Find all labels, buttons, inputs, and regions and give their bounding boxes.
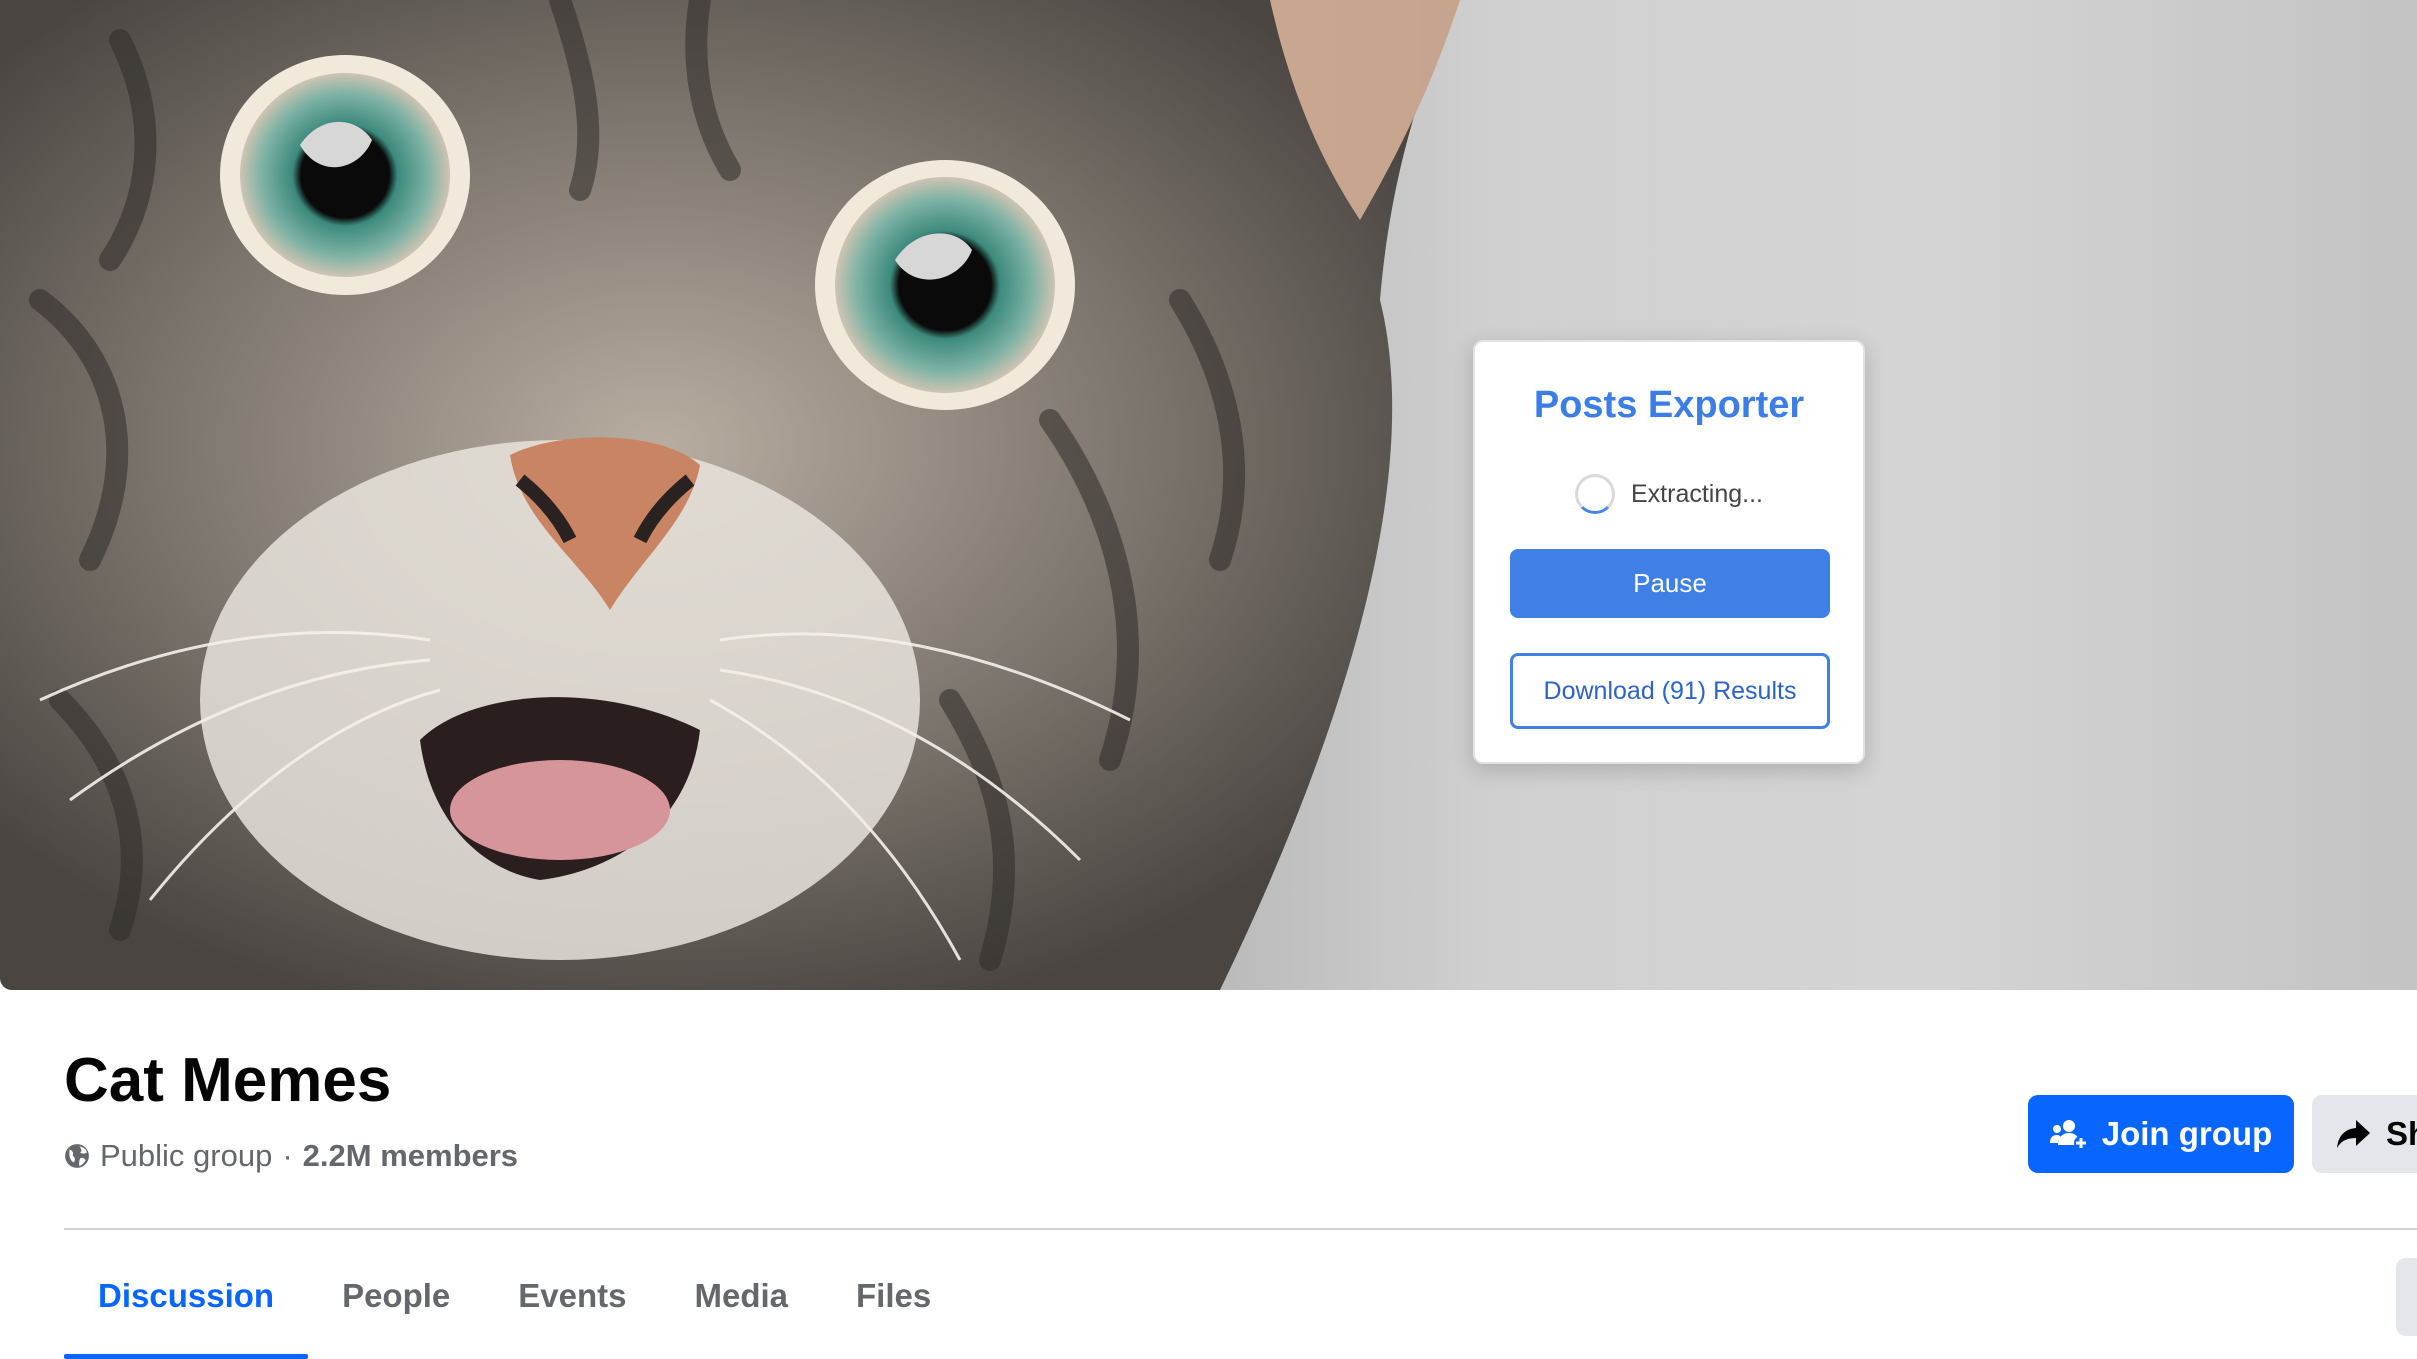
download-results-button[interactable]: Download (91) Results: [1510, 653, 1830, 729]
meta-separator: ·: [282, 1138, 293, 1173]
share-button[interactable]: Sh: [2312, 1095, 2417, 1173]
join-group-label: Join group: [2101, 1115, 2273, 1152]
group-tabs: Discussion People Events Media Files: [64, 1232, 965, 1359]
exporter-status-text: Extracting...: [1631, 479, 1763, 508]
exporter-title: Posts Exporter: [1533, 384, 1805, 426]
share-label: Sh: [2386, 1115, 2417, 1152]
pause-button[interactable]: Pause: [1510, 549, 1830, 618]
cover-photo: [0, 0, 2417, 990]
cat-photo-image: [0, 0, 2417, 990]
group-name: Cat Memes: [64, 1046, 392, 1115]
group-privacy: Public group: [100, 1138, 273, 1173]
tab-events[interactable]: Events: [484, 1232, 660, 1359]
loading-spinner-icon: [1575, 474, 1615, 514]
tab-people[interactable]: People: [308, 1232, 484, 1359]
group-meta: Public group · 2.2M members: [64, 1138, 518, 1174]
header-divider: [64, 1228, 2417, 1230]
join-group-button[interactable]: Join group: [2028, 1095, 2294, 1173]
tab-media[interactable]: Media: [660, 1232, 822, 1359]
tab-files[interactable]: Files: [822, 1232, 965, 1359]
share-arrow-icon: [2337, 1120, 2370, 1148]
tab-discussion[interactable]: Discussion: [64, 1232, 309, 1359]
group-members-count: 2.2M members: [302, 1138, 519, 1173]
exporter-status: Extracting...: [1475, 472, 1863, 516]
more-options-button[interactable]: [2396, 1258, 2417, 1336]
posts-exporter-panel: Posts Exporter Extracting... Pause Downl…: [1473, 340, 1865, 764]
group-add-icon: [2049, 1120, 2088, 1150]
globe-icon: [65, 1144, 89, 1168]
